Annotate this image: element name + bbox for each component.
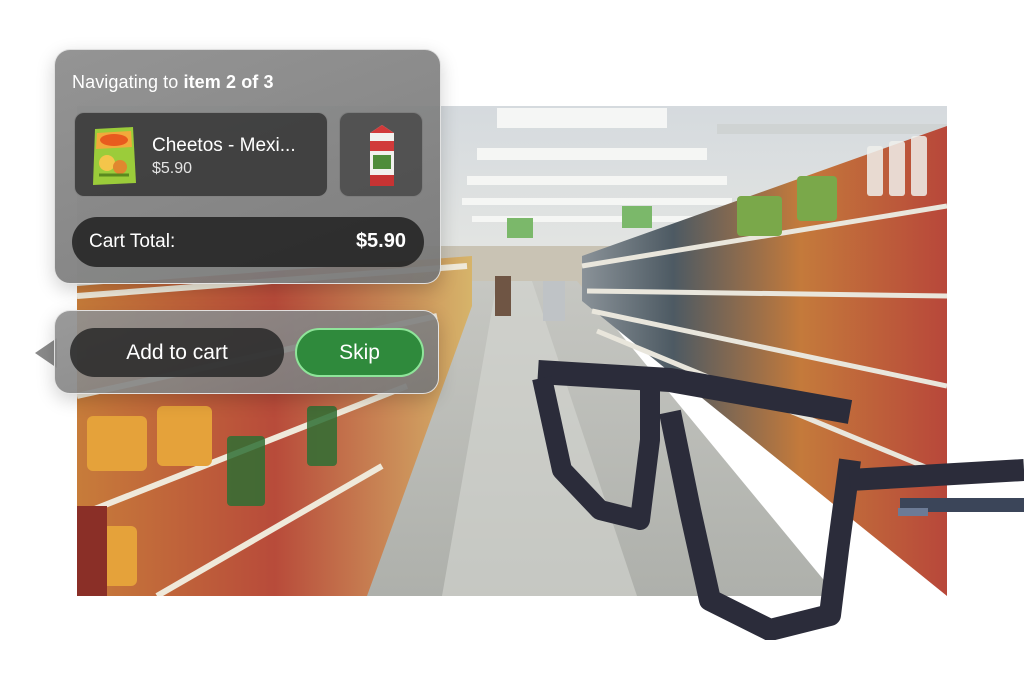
cart-total-bar: Cart Total: $5.90 [72,217,424,267]
skip-button[interactable]: Skip [295,328,424,377]
next-item-card[interactable] [339,112,423,197]
navigation-position: item 2 of 3 [183,72,274,92]
navigation-status: Navigating to item 2 of 3 [72,72,274,93]
cart-total-value: $5.90 [355,230,406,252]
cheetos-bag-icon [87,125,141,187]
current-item-card[interactable]: Cheetos - Mexi... $5.90 [74,112,328,197]
cart-total-label: Cart Total: [89,231,176,252]
item-price: $5.90 [152,160,193,177]
add-to-cart-button[interactable]: Add to cart [70,328,284,377]
navigation-panel: Navigating to item 2 of 3 Cheetos - Mexi… [54,49,441,284]
item-name: Cheetos - Mexi... [152,135,296,156]
action-panel: Add to cart Skip [54,310,439,394]
smart-glasses-icon [520,350,1024,641]
milk-carton-icon [367,123,397,188]
navigation-prefix: Navigating to [72,72,184,92]
